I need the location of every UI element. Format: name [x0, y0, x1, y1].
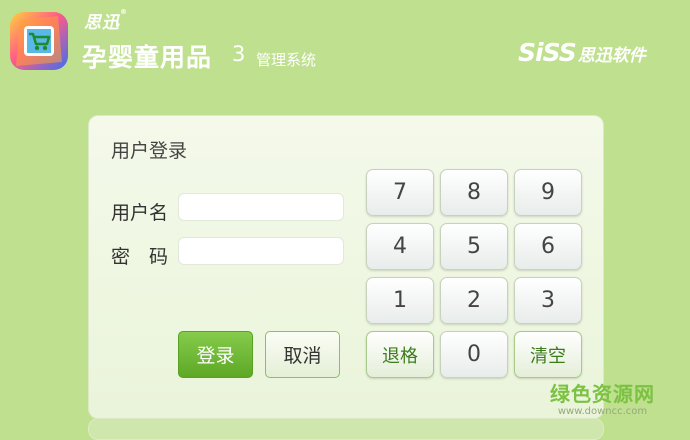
username-input[interactable] — [178, 193, 344, 221]
keypad-key-4[interactable]: 4 — [366, 223, 434, 270]
product-subtitle: 管理系统 — [256, 51, 317, 69]
username-label: 用户名 — [111, 202, 169, 224]
company-logo: SiSS 思迅软件 — [518, 38, 646, 67]
keypad-key-8[interactable]: 8 — [440, 169, 508, 216]
brand-small-label: 思迅® — [84, 8, 128, 33]
company-logo-en: SiSS — [518, 38, 577, 67]
keypad-key-6[interactable]: 6 — [514, 223, 582, 270]
keypad-backspace-button[interactable]: 退格 — [366, 331, 434, 378]
app-logo-icon — [10, 12, 68, 70]
keypad-clear-button[interactable]: 清空 — [514, 331, 582, 378]
keypad-key-3[interactable]: 3 — [514, 277, 582, 324]
keypad-key-7[interactable]: 7 — [366, 169, 434, 216]
login-button[interactable]: 登录 — [178, 331, 253, 378]
password-label: 密 码 — [111, 246, 169, 268]
cancel-button[interactable]: 取消 — [265, 331, 340, 378]
watermark: 绿色资源网 www.downcc.com — [550, 378, 655, 417]
login-panel: 用户登录 用户名 密 码 登录 取消 7 8 9 4 5 6 1 2 3 退格 … — [88, 115, 604, 419]
keypad-key-2[interactable]: 2 — [440, 277, 508, 324]
company-logo-cn: 思迅软件 — [577, 46, 646, 66]
product-name: 孕婴童用品 — [82, 43, 213, 72]
password-input[interactable] — [178, 237, 344, 265]
keypad-key-0[interactable]: 0 — [440, 331, 508, 378]
panel-shadow — [88, 418, 604, 440]
watermark-url: www.downcc.com — [557, 406, 648, 417]
watermark-site-name: 绿色资源网 — [550, 382, 655, 406]
login-title: 用户登录 — [111, 140, 188, 162]
keypad-key-9[interactable]: 9 — [514, 169, 582, 216]
keypad-key-1[interactable]: 1 — [366, 277, 434, 324]
keypad-key-5[interactable]: 5 — [440, 223, 508, 270]
product-version: 3 — [232, 42, 246, 66]
